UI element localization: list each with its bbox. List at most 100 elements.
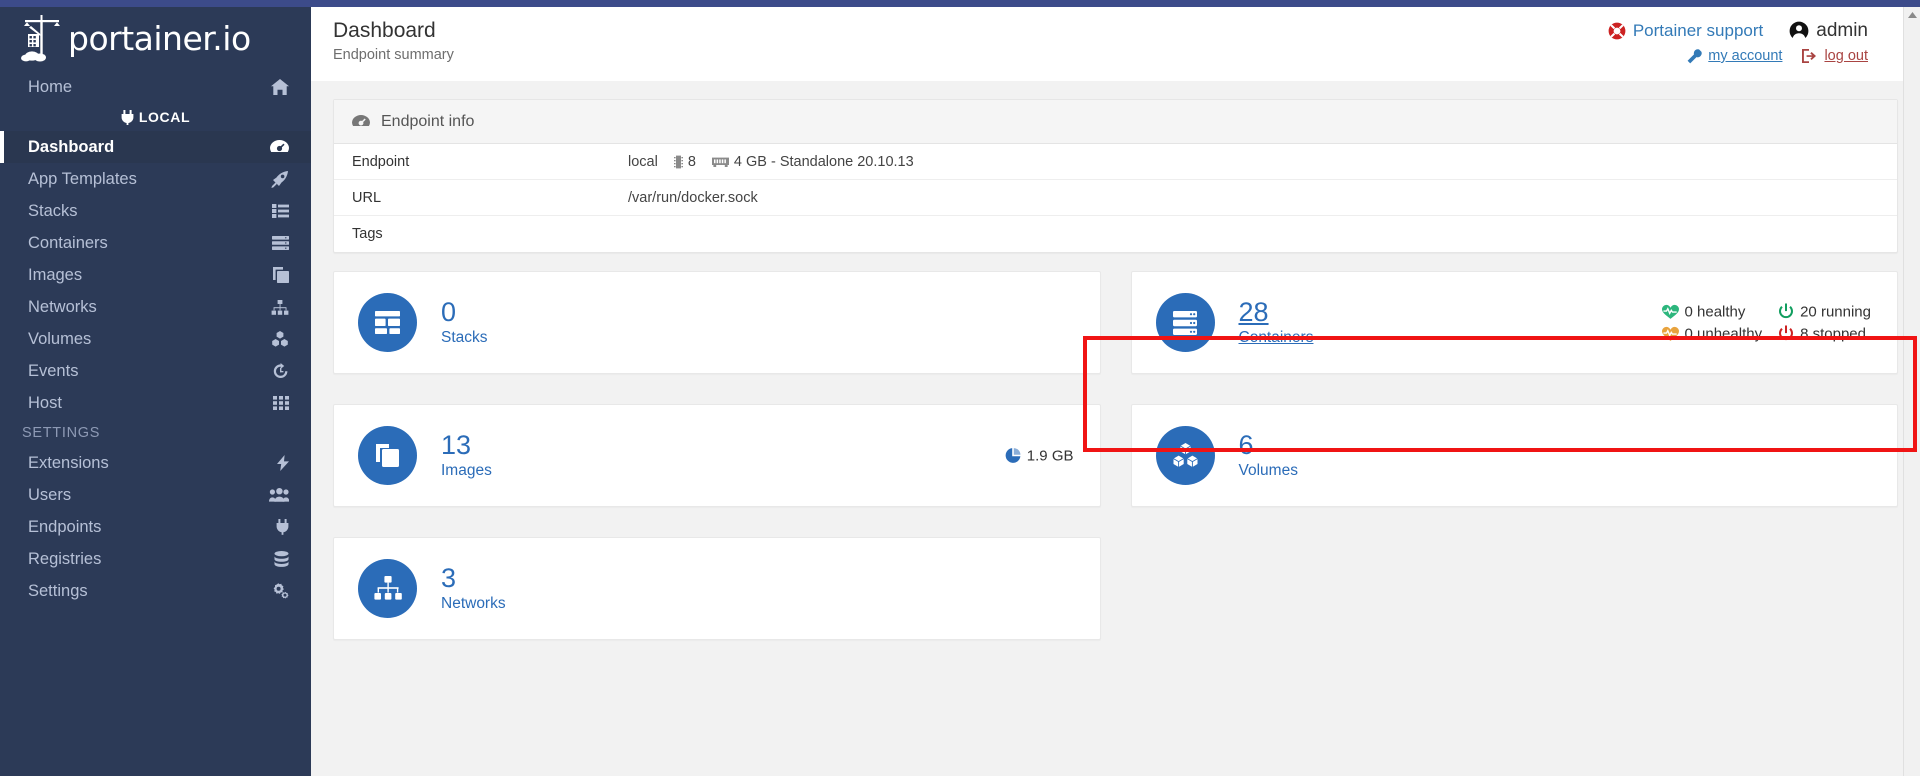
sidebar-item-images[interactable]: Images <box>0 259 311 291</box>
home-icon <box>265 79 289 95</box>
images-size-label: 1.9 GB <box>1026 447 1074 464</box>
sidebar-item-stacks[interactable]: Stacks <box>0 195 311 227</box>
sidebar-item-volumes[interactable]: Volumes <box>0 323 311 355</box>
sidebar-environment-label: LOCAL <box>0 103 311 131</box>
sidebar-settings-heading: SETTINGS <box>22 425 101 441</box>
sidebar-item-networks[interactable]: Networks <box>0 291 311 323</box>
dashboard-gauge-icon <box>265 139 289 155</box>
server-stack-icon <box>265 236 289 250</box>
row-key: URL <box>352 189 382 206</box>
containers-label[interactable]: Containers <box>1239 329 1314 347</box>
dashboard-content: Endpoint info Endpoint local 8 4 GB - St… <box>311 81 1920 640</box>
sidebar-item-endpoints[interactable]: Endpoints <box>0 511 311 543</box>
endpoint-info-title: Endpoint info <box>381 112 475 130</box>
networks-count: 3 <box>441 562 457 593</box>
pie-chart-icon <box>1005 448 1021 464</box>
power-green-icon <box>1778 303 1794 320</box>
heartbeat-green-icon <box>1661 304 1679 319</box>
history-clock-icon <box>265 363 289 379</box>
header-actions: Portainer support admin my account log o… <box>1608 20 1868 64</box>
cpu-count: 8 <box>687 153 696 170</box>
widget-images[interactable]: 13 Images 1.9 GB <box>333 404 1101 507</box>
cogs-icon <box>265 583 289 599</box>
sidebar-item-label: Volumes <box>28 329 92 348</box>
sidebar-item-label: Settings <box>28 581 88 600</box>
sign-out-icon <box>1802 49 1818 63</box>
memory-and-version: 4 GB - Standalone 20.10.13 <box>733 153 914 170</box>
widget-volumes[interactable]: 6 Volumes <box>1130 404 1898 507</box>
copy-layers-icon <box>265 267 289 283</box>
sidebar-item-label: Endpoints <box>28 517 102 536</box>
sidebar-item-users[interactable]: Users <box>0 479 311 511</box>
sidebar-item-dashboard[interactable]: Dashboard <box>0 131 311 163</box>
heartbeat-orange-icon <box>1661 326 1679 341</box>
status-label: 0 unhealthy <box>1684 325 1763 342</box>
widget-column-left: 0 Stacks 13 Images 1.9 GB 3 Networks <box>333 271 1101 640</box>
url-row: URL /var/run/docker.sock <box>334 180 1897 216</box>
sidebar-item-label: Images <box>28 265 83 284</box>
my-account-link[interactable]: my account <box>1708 48 1782 64</box>
endpoint-row: Endpoint local 8 4 GB - Standalone 20.10… <box>334 144 1897 180</box>
sidebar-item-host[interactable]: Host <box>0 387 311 419</box>
status-running: 20 running <box>1778 303 1871 320</box>
tags-row: Tags <box>334 216 1897 252</box>
status-label: 8 stopped <box>1800 325 1866 342</box>
endpoint-url: /var/run/docker.sock <box>628 189 758 206</box>
sidebar-item-label: Users <box>28 485 72 504</box>
status-label: 0 healthy <box>1684 303 1746 320</box>
widget-containers[interactable]: 28 Containers 0 healthy 20 running 0 unh… <box>1130 271 1898 374</box>
images-total-size: 1.9 GB <box>1005 447 1074 464</box>
plug-icon <box>265 519 289 535</box>
containers-count[interactable]: 28 <box>1239 297 1314 326</box>
sidebar-item-label: Dashboard <box>28 137 115 156</box>
brand-name: portainer.io <box>68 18 251 58</box>
sidebar-item-label: Networks <box>28 297 97 316</box>
endpoint-info-panel: Endpoint info Endpoint local 8 4 GB - St… <box>333 99 1898 253</box>
memory-icon <box>711 156 729 168</box>
sidebar-item-label: Host <box>28 393 62 412</box>
sidebar-item-label: Events <box>28 361 79 380</box>
sidebar-item-settings[interactable]: Settings <box>0 575 311 607</box>
sitemap-icon <box>358 559 417 618</box>
sidebar-item-home[interactable]: Home <box>0 71 311 103</box>
portainer-support-link[interactable]: Portainer support <box>1633 21 1763 41</box>
brand-logo[interactable]: portainer.io <box>0 7 311 69</box>
widget-stacks[interactable]: 0 Stacks <box>333 271 1101 374</box>
sidebar-item-label: Containers <box>28 233 108 252</box>
stacks-label: Stacks <box>441 329 488 347</box>
bolt-icon <box>265 455 289 471</box>
user-circle-icon <box>1789 21 1809 41</box>
stacks-grid-icon <box>358 293 417 352</box>
sidebar: portainer.io Home LOCAL Dashboard App Te… <box>0 7 311 776</box>
status-unhealthy: 0 unhealthy <box>1661 325 1763 342</box>
sitemap-icon <box>265 299 289 315</box>
sidebar-item-containers[interactable]: Containers <box>0 227 311 259</box>
scroll-up-arrow-icon[interactable] <box>1907 10 1918 21</box>
users-icon <box>265 488 289 502</box>
logout-link[interactable]: log out <box>1824 48 1868 64</box>
images-count: 13 <box>441 429 472 460</box>
database-icon <box>265 551 289 567</box>
endpoint-name: local <box>628 153 658 170</box>
stacks-count: 0 <box>441 296 457 327</box>
volumes-label: Volumes <box>1238 462 1298 480</box>
status-healthy: 0 healthy <box>1661 303 1763 320</box>
username-label: admin <box>1816 20 1868 41</box>
row-key: Tags <box>352 226 383 242</box>
portainer-crane-logo-icon <box>18 12 70 64</box>
sidebar-item-registries[interactable]: Registries <box>0 543 311 575</box>
volumes-count: 6 <box>1238 429 1254 460</box>
widget-networks[interactable]: 3 Networks <box>333 537 1101 640</box>
rocket-icon <box>265 170 289 188</box>
main-area: Dashboard Endpoint summary Portainer sup… <box>311 7 1920 776</box>
sidebar-item-app-templates[interactable]: App Templates <box>0 163 311 195</box>
sidebar-nav: Home LOCAL Dashboard App Templates Stack… <box>0 71 311 607</box>
sidebar-item-label: Extensions <box>28 453 109 472</box>
vertical-scrollbar[interactable] <box>1903 7 1920 776</box>
sidebar-item-events[interactable]: Events <box>0 355 311 387</box>
endpoint-info-header: Endpoint info <box>334 100 1897 144</box>
status-stopped: 8 stopped <box>1778 325 1871 342</box>
networks-label: Networks <box>441 595 506 613</box>
server-stack-icon <box>1155 293 1215 352</box>
sidebar-item-extensions[interactable]: Extensions <box>0 447 311 479</box>
